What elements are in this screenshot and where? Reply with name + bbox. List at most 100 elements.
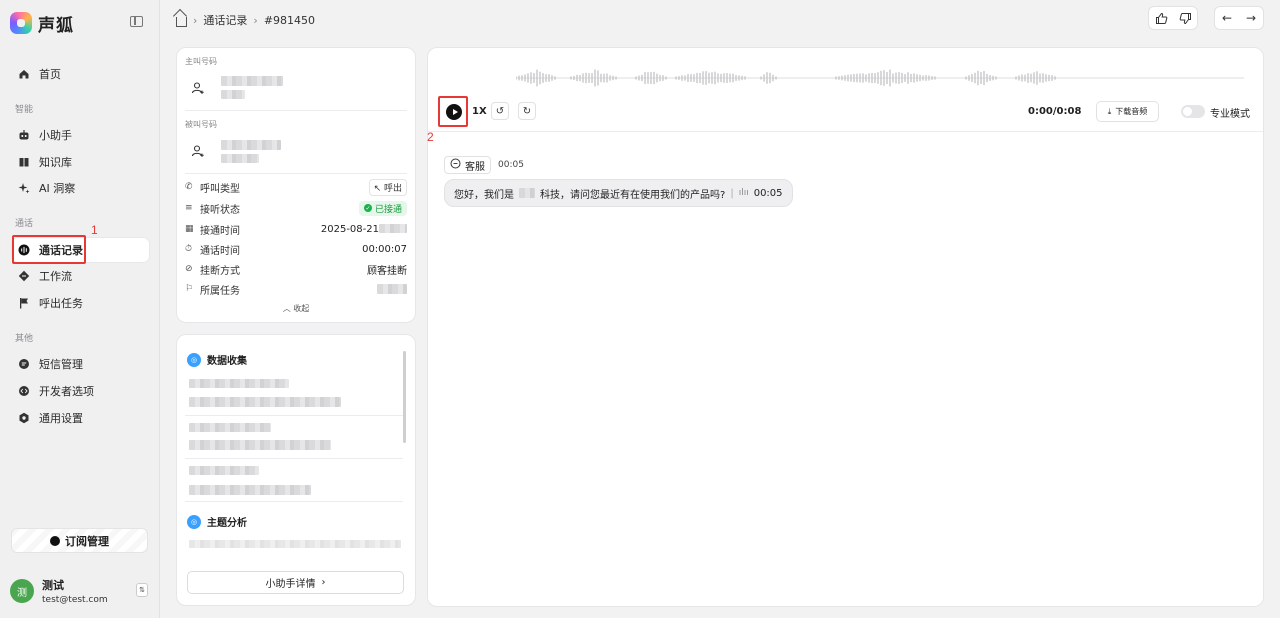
row-label: 接听状态 xyxy=(200,204,240,216)
sidebar-item-developer[interactable]: 开发者选项 xyxy=(12,379,149,403)
user-email: test@test.com xyxy=(42,595,108,605)
blurred-connect-time xyxy=(379,224,407,233)
sidebar-item-assistant[interactable]: 小助手 xyxy=(12,123,149,147)
sidebar-item-outbound-task[interactable]: 呼出任务 xyxy=(12,291,149,315)
blurred-field xyxy=(189,466,259,475)
pro-mode-toggle[interactable] xyxy=(1181,105,1205,118)
connect-time-value: 2025-08-21 xyxy=(320,223,379,235)
assistant-detail-button[interactable]: 小助手详情 › xyxy=(187,571,404,594)
call-type-badge: ↖ 呼出 xyxy=(368,178,407,196)
user-profile[interactable]: 测 测试 test@test.com ⇅ xyxy=(10,577,150,605)
sidebar-item-label: 呼出任务 xyxy=(39,297,83,310)
gear-icon xyxy=(18,412,30,424)
sidebar-item-label: 工作流 xyxy=(39,270,72,283)
chat-bubble-icon xyxy=(18,358,30,370)
sidebar-item-label: 首页 xyxy=(39,68,61,81)
person-add-icon xyxy=(191,81,205,95)
blurred-field xyxy=(189,379,289,388)
rewind-icon[interactable]: ↺ xyxy=(491,102,509,120)
divider xyxy=(185,110,407,111)
section-label: 主题分析 xyxy=(207,518,247,529)
row-label: 所属任务 xyxy=(200,285,240,297)
sidebar-item-settings[interactable]: 通用设置 xyxy=(12,406,149,430)
thumbs-up-icon[interactable] xyxy=(1149,7,1173,29)
stopwatch-icon: ⏱ xyxy=(185,244,193,254)
audio-wave-icon: ılıı xyxy=(738,188,749,198)
sidebar-item-sms[interactable]: 短信管理 xyxy=(12,352,149,376)
home-icon xyxy=(18,68,30,80)
robot-icon xyxy=(18,129,30,141)
sidebar-item-label: AI 洞察 xyxy=(39,182,76,195)
sidebar-item-workflow[interactable]: 工作流 xyxy=(12,264,149,288)
arrow-right-icon[interactable]: → xyxy=(1239,7,1263,29)
speaker-tag: 客服 xyxy=(444,156,491,174)
blurred-field xyxy=(189,485,311,495)
topic-analysis-title: ◎ 主题分析 xyxy=(187,514,247,529)
annotation-box-1 xyxy=(12,235,86,264)
check-icon: ✓ xyxy=(363,204,372,212)
breadcrumb-page[interactable]: 通话记录 xyxy=(203,12,247,28)
blurred-field xyxy=(189,440,331,450)
logo-icon xyxy=(10,12,32,34)
book-icon xyxy=(18,156,30,168)
annotation-box-2 xyxy=(438,96,468,127)
arrow-left-icon[interactable]: ← xyxy=(1215,7,1239,29)
subscribe-label: 订阅管理 xyxy=(65,534,109,548)
status-value: 已接通 xyxy=(374,204,402,215)
connect-time-row: ▦ 接通时间 2025-08-21 xyxy=(185,221,407,237)
scrollbar[interactable] xyxy=(403,351,406,443)
chevron-right-icon: › xyxy=(321,577,326,588)
hangup-row: ⊘ 挂断方式 顾客挂断 xyxy=(185,261,407,277)
message-text-start: 您好，我们是 xyxy=(454,189,514,201)
sidebar-item-home[interactable]: 首页 xyxy=(12,62,149,86)
call-type-row: ✆ 呼叫类型 ↖ 呼出 xyxy=(185,178,407,196)
nav-group-other: 其他 xyxy=(15,334,34,344)
thumbs-down-icon[interactable] xyxy=(1173,7,1197,29)
download-audio-button[interactable]: ⤓ 下载音频 xyxy=(1096,101,1159,122)
blurred-callee-number xyxy=(221,140,281,150)
speaker-name: 客服 xyxy=(465,161,485,173)
avatar: 测 xyxy=(10,579,34,603)
separator: | xyxy=(730,187,734,199)
playback-speed[interactable]: 1X xyxy=(472,106,487,117)
divider xyxy=(185,458,403,459)
download-label: 下载音频 xyxy=(1115,107,1148,116)
nav-group-call: 通话 xyxy=(15,219,34,229)
call-info-card: 主叫号码 被叫号码 ✆ 呼叫类型 ↖ 呼出 ≡ 接听状态 ✓ 已接通 ▦ 接通时间… xyxy=(176,47,416,323)
flag-icon: ⚐ xyxy=(185,284,194,294)
message-timestamp: 00:05 xyxy=(498,160,524,170)
collapse-toggle[interactable]: ︿ 收起 xyxy=(177,303,415,314)
sidebar-collapse-icon[interactable] xyxy=(130,16,143,27)
blurred-task-name xyxy=(377,284,407,294)
hangup-value: 顾客挂断 xyxy=(367,265,407,277)
nav-group-smart: 智能 xyxy=(15,105,34,115)
sidebar-item-ai-insight[interactable]: AI 洞察 xyxy=(12,176,149,200)
download-icon: ⤓ xyxy=(1107,106,1112,116)
analysis-card: ◎ 数据收集 ◎ 主题分析 小助手详情 › xyxy=(176,334,416,606)
sidebar-item-knowledge[interactable]: 知识库 xyxy=(12,150,149,174)
audio-waveform[interactable] xyxy=(516,66,1244,90)
row-label: 呼叫类型 xyxy=(200,183,240,195)
blurred-company-name xyxy=(519,188,535,198)
calendar-icon: ▦ xyxy=(185,224,194,234)
forward-icon[interactable]: ↻ xyxy=(518,102,536,120)
row-label: 接通时间 xyxy=(200,225,240,237)
detail-button-label: 小助手详情 xyxy=(265,579,316,590)
status-badge: ✓ 已接通 xyxy=(358,200,407,216)
message-text-end: 科技，请问您最近有在使用我们的产品吗? xyxy=(540,189,726,201)
hangup-icon: ⊘ xyxy=(185,264,193,274)
chevron-updown-icon[interactable]: ⇅ xyxy=(136,583,148,597)
subscribe-button[interactable]: 订阅管理 xyxy=(11,528,148,553)
divider xyxy=(185,501,403,502)
sidebar-item-label: 知识库 xyxy=(39,156,72,169)
duration-row: ⏱ 通话时间 00:00:07 xyxy=(185,241,407,257)
flag-icon xyxy=(18,297,30,309)
message-bubble[interactable]: 您好，我们是 科技，请问您最近有在使用我们的产品吗? | ılıı 00:05 xyxy=(444,179,793,207)
data-collection-title: ◎ 数据收集 xyxy=(187,352,247,367)
blurred-caller-number xyxy=(221,76,283,86)
home-icon[interactable] xyxy=(176,17,187,27)
breadcrumb: › 通话记录 › #981450 xyxy=(176,12,315,28)
data-icon: ◎ xyxy=(187,352,201,367)
blurred-topic-text xyxy=(189,540,401,548)
answer-status-row: ≡ 接听状态 ✓ 已接通 xyxy=(185,200,407,216)
